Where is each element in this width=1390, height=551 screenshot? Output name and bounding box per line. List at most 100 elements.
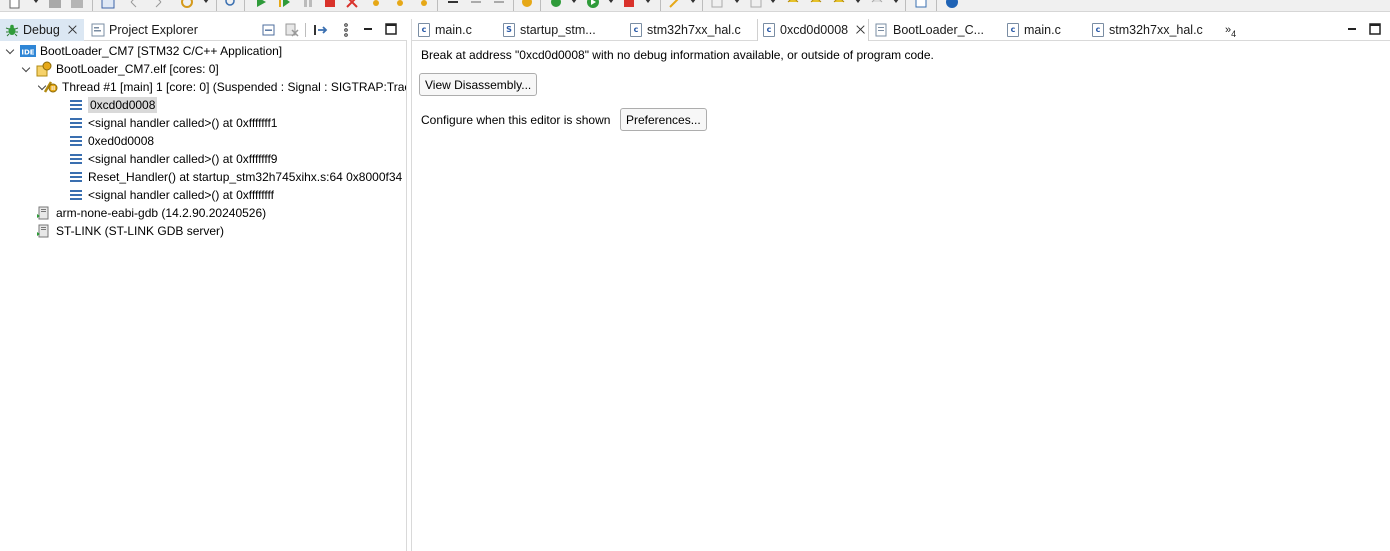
use-step-filters-icon[interactable]: [492, 0, 506, 9]
maximize-view-icon[interactable]: [384, 22, 398, 36]
overflow-count: 4: [1231, 29, 1237, 39]
ide-launch-icon: IDE: [20, 45, 36, 57]
tab-overflow-button[interactable]: » 4: [1225, 19, 1236, 41]
build-icon[interactable]: [520, 0, 534, 9]
configure-editor-label: Configure when this editor is shown: [421, 113, 611, 127]
maximize-editor-icon[interactable]: [1368, 22, 1382, 36]
stack-frame-item[interactable]: <signal handler called>() at 0xffffffff: [68, 186, 274, 204]
tab-project-explorer[interactable]: Project Explorer: [86, 19, 206, 41]
save-all-icon[interactable]: [70, 0, 84, 9]
toolbar-separator: [513, 0, 514, 11]
tree-item-stlink[interactable]: ST-LINK (ST-LINK GDB server): [36, 222, 224, 240]
project-explorer-icon: [91, 23, 105, 37]
stack-frame-item[interactable]: 0xcd0d0008: [68, 96, 158, 114]
editor-tab-label: main.c: [435, 23, 472, 37]
navigate-back-icon[interactable]: [832, 0, 846, 9]
editor-tab-main-c[interactable]: c main.c: [418, 19, 472, 41]
expand-chevron-icon[interactable]: [22, 64, 32, 74]
previous-annotation-dropdown-icon[interactable]: [770, 0, 776, 3]
refresh-dropdown-icon[interactable]: [203, 0, 209, 3]
editor-tab-address[interactable]: c 0xcd0d0008: [757, 19, 869, 41]
stack-frame-item[interactable]: 0xed0d0008: [68, 132, 154, 150]
suspend-icon[interactable]: [301, 0, 315, 9]
view-menu-icon[interactable]: [338, 22, 354, 38]
back-icon[interactable]: [128, 0, 142, 9]
tab-debug[interactable]: Debug: [0, 19, 84, 41]
navigate-forward-icon[interactable]: [870, 0, 884, 9]
tab-debug-label: Debug: [23, 23, 60, 37]
run-dropdown-icon[interactable]: [608, 0, 614, 3]
binary-icon[interactable]: [101, 0, 115, 9]
remove-all-terminated-icon[interactable]: [284, 22, 300, 38]
editor-tab-main-c-2[interactable]: c main.c: [1007, 19, 1061, 41]
close-debug-tab-icon[interactable]: [66, 24, 78, 36]
stack-frame-label: <signal handler called>() at 0xfffffff1: [88, 116, 278, 130]
editor-tab-hal-2[interactable]: c stm32h7xx_hal.c: [1092, 19, 1203, 41]
last-edit-icon[interactable]: [786, 0, 800, 9]
preferences-button[interactable]: Preferences...: [620, 108, 707, 131]
forward-edit-icon[interactable]: [809, 0, 823, 9]
toolbar-separator: [702, 0, 703, 11]
forward-icon[interactable]: [150, 0, 164, 9]
stack-frame-item[interactable]: Reset_Handler() at startup_stm32h745xihx…: [68, 168, 402, 186]
step-over-icon[interactable]: [393, 0, 407, 9]
toolbar-separator: [660, 0, 661, 11]
editor-tab-startup[interactable]: S startup_stm...: [503, 19, 596, 41]
main-toolbar: [0, 0, 1390, 12]
expand-chevron-icon[interactable]: [6, 46, 16, 56]
step-into-icon[interactable]: [369, 0, 383, 9]
next-annotation-dropdown-icon[interactable]: [734, 0, 740, 3]
navigate-back-dropdown-icon[interactable]: [855, 0, 861, 3]
resume-icon[interactable]: [277, 0, 291, 9]
stlink-process-icon: [37, 224, 49, 238]
editor-tab-bootloader[interactable]: BootLoader_C...: [875, 19, 984, 41]
debug-dropdown-icon[interactable]: [571, 0, 577, 3]
tree-label-thread: Thread #1 [main] 1 [core: 0] (Suspended …: [62, 80, 406, 94]
instruction-stepping-icon[interactable]: [446, 0, 460, 9]
minimize-view-icon[interactable]: [361, 22, 375, 36]
tree-item-thread[interactable]: Thread #1 [main] 1 [core: 0] (Suspended …: [38, 78, 406, 96]
view-disassembly-button[interactable]: View Disassembly...: [419, 73, 538, 96]
close-editor-tab-icon[interactable]: [854, 24, 866, 36]
step-return-icon[interactable]: [417, 0, 431, 9]
editor-tabbar: c main.c S startup_stm... c stm32h7xx_ha…: [412, 19, 1390, 41]
new-dropdown-icon[interactable]: [33, 0, 39, 3]
external-tools-dropdown-icon[interactable]: [645, 0, 651, 3]
save-icon[interactable]: [48, 0, 62, 9]
gdb-process-icon: [37, 206, 49, 220]
stack-frame-icon: [70, 172, 82, 182]
tree-item-gdb[interactable]: arm-none-eabi-gdb (14.2.90.20240526): [36, 204, 266, 222]
terminate-icon[interactable]: [323, 0, 337, 9]
stack-frame-label: <signal handler called>() at 0xfffffff9: [88, 152, 278, 166]
new-file-icon[interactable]: [8, 0, 22, 9]
next-annotation-icon[interactable]: [710, 0, 724, 9]
instruction-stepping-mode-icon[interactable]: [313, 22, 329, 38]
editor-area: c main.c S startup_stm... c stm32h7xx_ha…: [411, 19, 1390, 551]
editor-tab-hal[interactable]: c stm32h7xx_hal.c: [630, 19, 741, 41]
stack-frame-item[interactable]: <signal handler called>() at 0xfffffff9: [68, 150, 277, 168]
debug-icon[interactable]: [549, 0, 563, 9]
run-icon[interactable]: [254, 0, 268, 9]
minimize-editor-icon[interactable]: [1345, 22, 1359, 36]
info-icon[interactable]: [945, 0, 959, 9]
tree-item-launch[interactable]: IDE BootLoader_CM7 [STM32 C/C++ Applicat…: [6, 42, 282, 60]
collapse-all-icon[interactable]: [261, 22, 277, 38]
wizard-dropdown-icon[interactable]: [690, 0, 696, 3]
toolbar-separator: [437, 0, 438, 11]
disconnect-icon[interactable]: [345, 0, 359, 9]
wizard-icon[interactable]: [668, 0, 682, 9]
editor-tab-label: stm32h7xx_hal.c: [1109, 23, 1203, 37]
open-perspective-icon[interactable]: [914, 0, 928, 9]
c-file-icon: c: [630, 23, 642, 37]
debug-bug-icon: [5, 24, 19, 37]
editor-tab-label: BootLoader_C...: [893, 23, 985, 37]
external-tools-icon[interactable]: [622, 0, 636, 9]
navigate-forward-dropdown-icon[interactable]: [893, 0, 899, 3]
stack-frame-item[interactable]: <signal handler called>() at 0xfffffff1: [68, 114, 277, 132]
refresh-icon[interactable]: [180, 0, 194, 9]
drop-to-frame-icon[interactable]: [469, 0, 483, 9]
tree-item-process[interactable]: BootLoader_CM7.elf [cores: 0]: [22, 60, 219, 78]
run-config-icon[interactable]: [586, 0, 600, 9]
previous-annotation-icon[interactable]: [749, 0, 763, 9]
search-icon[interactable]: [224, 0, 238, 9]
